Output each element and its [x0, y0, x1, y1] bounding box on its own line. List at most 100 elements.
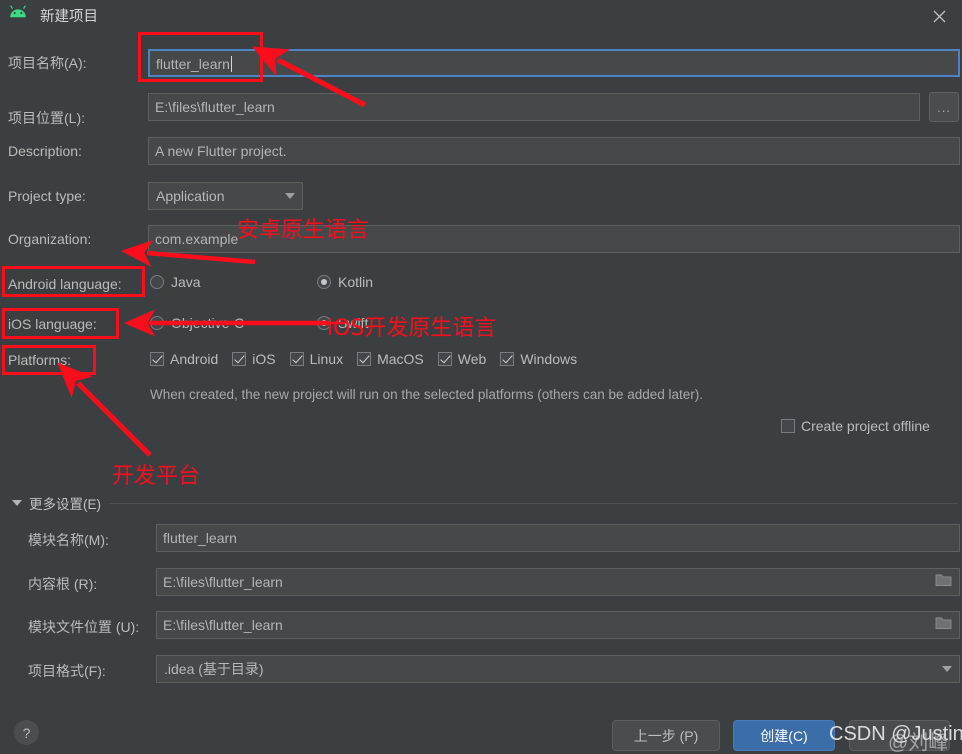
- previous-button[interactable]: 上一步 (P): [612, 720, 720, 751]
- radio-kotlin[interactable]: Kotlin: [317, 274, 373, 290]
- close-icon[interactable]: [926, 6, 952, 26]
- question-mark-icon: ?: [22, 724, 31, 741]
- previous-button-label: 上一步 (P): [633, 727, 699, 744]
- checkbox-android-box: [150, 352, 164, 366]
- description-value: A new Flutter project.: [155, 143, 287, 159]
- chevron-down-icon: [278, 193, 302, 199]
- radio-swift-indicator: [317, 316, 331, 330]
- radio-objective-c-indicator: [150, 316, 164, 330]
- title-bar: 新建项目: [0, 0, 962, 31]
- ios-language-radio-group: Objective-C Swift: [150, 315, 368, 331]
- checkbox-web-label: Web: [457, 351, 487, 367]
- content-root-value: E:\files\flutter_learn: [163, 574, 283, 590]
- checkbox-create-offline-label: Create project offline: [801, 418, 930, 434]
- section-divider: [109, 502, 958, 504]
- radio-objective-c[interactable]: Objective-C: [150, 315, 317, 331]
- project-type-select[interactable]: Application: [148, 182, 303, 210]
- project-name-label-row: 项目名称(A):: [8, 53, 87, 73]
- content-root-label-row: 内容根 (R):: [28, 574, 97, 594]
- radio-java[interactable]: Java: [150, 274, 317, 290]
- browse-location-button[interactable]: ...: [929, 92, 959, 122]
- checkbox-linux-box: [289, 352, 304, 366]
- project-location-label-row: 项目位置(L):: [8, 108, 85, 128]
- description-input[interactable]: A new Flutter project.: [148, 137, 960, 165]
- checkbox-macos[interactable]: MacOS: [357, 351, 424, 367]
- window-title: 新建项目: [40, 9, 98, 25]
- triangle-expanded-icon: [12, 500, 22, 506]
- create-button[interactable]: 创建(C): [733, 720, 835, 751]
- checkbox-ios-box: [232, 352, 247, 366]
- ios-language-label-row: iOS language:: [8, 316, 97, 332]
- platform-hint-text: When created, the new project will run o…: [150, 387, 704, 402]
- android-language-label-row: Android language:: [8, 276, 122, 292]
- project-name-input[interactable]: flutter_learn: [148, 49, 960, 77]
- project-format-value: .idea (基于目录): [164, 661, 264, 677]
- project-type-label: Project type:: [8, 188, 86, 204]
- module-file-location-value: E:\files\flutter_learn: [163, 617, 283, 633]
- checkbox-windows[interactable]: Windows: [500, 351, 577, 367]
- content-root-label: 内容根 (R):: [28, 576, 98, 592]
- text-caret: [230, 56, 232, 72]
- checkbox-macos-box: [357, 352, 372, 366]
- module-file-location-input[interactable]: E:\files\flutter_learn: [156, 611, 960, 639]
- project-name-label: 项目名称(A):: [8, 55, 87, 71]
- project-name-value: flutter_learn: [156, 56, 230, 72]
- module-name-label: 模块名称(M):: [28, 532, 109, 548]
- more-settings-header[interactable]: 更多设置(E): [0, 493, 962, 513]
- radio-java-indicator: [150, 275, 164, 289]
- android-language-radio-group: Java Kotlin: [150, 274, 373, 290]
- checkbox-create-offline[interactable]: Create project offline: [781, 418, 930, 434]
- radio-kotlin-indicator: [317, 275, 331, 289]
- module-name-value: flutter_learn: [163, 530, 237, 546]
- checkbox-ios-label: iOS: [252, 351, 276, 367]
- checkbox-web[interactable]: Web: [437, 351, 487, 367]
- description-label-row: Description:: [8, 143, 82, 159]
- checkbox-android-label: Android: [170, 351, 219, 367]
- create-button-label: 创建(C): [760, 727, 808, 744]
- radio-objective-c-label: Objective-C: [171, 315, 245, 331]
- checkbox-macos-label: MacOS: [377, 351, 424, 367]
- annotation-dev-platform: 开发平台: [112, 464, 201, 489]
- project-type-label-row: Project type:: [8, 188, 86, 204]
- content-root-input[interactable]: E:\files\flutter_learn: [156, 568, 960, 596]
- checkbox-windows-label: Windows: [520, 351, 578, 367]
- folder-icon[interactable]: [935, 569, 952, 595]
- project-format-select[interactable]: .idea (基于目录): [156, 655, 960, 683]
- module-file-location-label: 模块文件位置 (U):: [28, 619, 140, 635]
- help-button[interactable]: ?: [14, 720, 39, 745]
- checkbox-windows-box: [500, 352, 515, 366]
- radio-swift[interactable]: Swift: [317, 315, 368, 331]
- organization-input[interactable]: com.example: [148, 225, 960, 253]
- module-name-input[interactable]: flutter_learn: [156, 524, 960, 552]
- new-project-dialog: 新建项目 项目名称(A): flutter_learn 项目位置(L): E:\…: [0, 0, 962, 754]
- more-settings-label: 更多设置(E): [29, 497, 101, 512]
- checkbox-create-offline-box: [781, 419, 795, 433]
- description-label: Description:: [8, 143, 82, 159]
- radio-java-label: Java: [171, 274, 201, 290]
- checkbox-linux-label: Linux: [309, 351, 344, 367]
- platforms-label: Platforms:: [8, 352, 72, 368]
- checkbox-ios[interactable]: iOS: [232, 351, 276, 367]
- checkbox-web-box: [437, 352, 452, 366]
- project-format-label-row: 项目格式(F):: [28, 661, 106, 681]
- project-location-input[interactable]: E:\files\flutter_learn: [148, 93, 920, 121]
- cancel-button[interactable]: [849, 720, 950, 751]
- android-robot-icon: [0, 5, 32, 27]
- chevron-down-icon: [935, 666, 959, 672]
- folder-icon[interactable]: [935, 612, 952, 638]
- platforms-label-row: Platforms:: [8, 352, 71, 368]
- ios-language-label: iOS language:: [8, 316, 97, 332]
- organization-label: Organization:: [8, 231, 92, 247]
- radio-kotlin-label: Kotlin: [338, 274, 374, 290]
- checkbox-android[interactable]: Android: [150, 351, 218, 367]
- project-location-label: 项目位置(L):: [8, 110, 85, 126]
- project-format-label: 项目格式(F):: [28, 663, 106, 679]
- project-type-value: Application: [156, 188, 225, 204]
- radio-swift-label: Swift: [338, 315, 369, 331]
- organization-label-row: Organization:: [8, 231, 91, 247]
- platforms-checkbox-group: Android iOS Linux MacOS Web Windows: [150, 351, 591, 367]
- checkbox-linux[interactable]: Linux: [289, 351, 344, 367]
- ellipsis-icon: ...: [937, 99, 951, 115]
- module-file-location-label-row: 模块文件位置 (U):: [28, 617, 139, 637]
- module-name-label-row: 模块名称(M):: [28, 530, 109, 550]
